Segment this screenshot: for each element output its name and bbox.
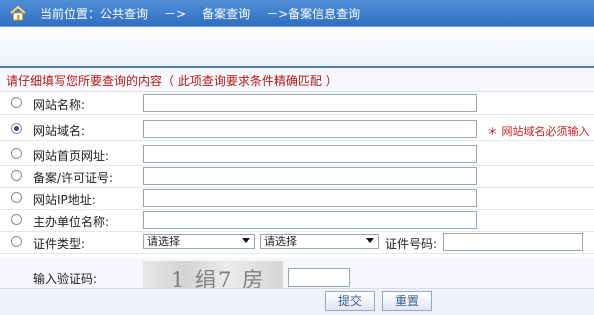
breadcrumb: 当前位置：公共查询 －> 备案查询 －>备案信息查询 (40, 5, 360, 22)
row-site-name: 网站名称: (0, 93, 594, 115)
breadcrumb-separator: －> (266, 7, 289, 21)
label-cert-type: 证件类型: (33, 237, 86, 251)
label-organizer-name: 主办单位名称: (33, 215, 110, 229)
label-site-ip: 网站IP地址: (33, 193, 96, 207)
row-cert-type: 证件类型: 请选择 请选择 证件号码: (0, 232, 594, 254)
radio-license-number[interactable] (11, 170, 22, 181)
label-license-number: 备案/许可证号: (33, 171, 114, 185)
instruction-text: 请仔细填写您所要查询的内容（ 此项查询要求条件精确匹配 ） (6, 74, 338, 88)
row-license-number: 备案/许可证号: (0, 166, 594, 188)
label-site-name: 网站名称: (33, 98, 86, 112)
radio-site-domain[interactable] (11, 123, 22, 134)
chevron-down-icon (242, 238, 250, 243)
query-form: 请仔细填写您所要查询的内容（ 此项查询要求条件精确匹配 ） 网站名称: 网站域名… (0, 66, 594, 315)
captcha-text: 1 绢7 房 (171, 268, 266, 291)
radio-homepage-url[interactable] (11, 148, 22, 159)
radio-cert-type[interactable] (11, 236, 22, 247)
label-captcha: 输入验证码: (33, 272, 98, 286)
site-ip-input[interactable] (143, 189, 477, 207)
chevron-down-icon (366, 238, 374, 243)
cert-number-input[interactable] (443, 233, 583, 251)
home-icon[interactable] (9, 4, 27, 22)
cert-type-select-value: 请选择 (147, 235, 180, 248)
row-site-domain: 网站域名: ＊ 网站域名必须输入 (0, 119, 594, 141)
row-organizer-name: 主办单位名称: (0, 210, 594, 232)
site-name-input[interactable] (143, 94, 477, 112)
breadcrumb-prefix: 当前位置： (40, 7, 101, 21)
label-homepage-url: 网站首页网址: (33, 149, 110, 163)
breadcrumb-record-query[interactable]: 备案查询 (202, 7, 250, 21)
captcha-image[interactable]: 1 绢7 房 (143, 261, 283, 291)
row-site-ip: 网站IP地址: (0, 188, 594, 210)
breadcrumb-record-info-query: 备案信息查询 (288, 7, 361, 21)
spacer-band (0, 27, 594, 67)
breadcrumb-bar: 当前位置：公共查询 －> 备案查询 －>备案信息查询 (0, 0, 594, 27)
radio-organizer-name[interactable] (11, 214, 22, 225)
site-domain-input[interactable] (143, 120, 477, 138)
cert-subtype-select-value: 请选择 (264, 235, 297, 248)
reset-button[interactable]: 重置 (382, 291, 432, 311)
homepage-url-input[interactable] (143, 145, 477, 163)
cert-subtype-select[interactable]: 请选择 (260, 234, 379, 249)
organizer-name-input[interactable] (143, 211, 477, 229)
row-homepage-url: 网站首页网址: (0, 144, 594, 166)
cert-type-select[interactable]: 请选择 (143, 234, 255, 249)
label-cert-number: 证件号码: (385, 237, 438, 251)
button-bar: 提交 重置 (0, 288, 594, 315)
domain-required-hint: ＊ 网站域名必须输入 (487, 125, 590, 138)
breadcrumb-separator: －> (164, 7, 187, 21)
label-site-domain: 网站域名: (33, 124, 86, 138)
captcha-input[interactable] (288, 268, 350, 287)
submit-button[interactable]: 提交 (325, 291, 375, 311)
breadcrumb-public-query[interactable]: 公共查询 (100, 7, 148, 21)
license-number-input[interactable] (143, 167, 477, 185)
radio-site-name[interactable] (11, 97, 22, 108)
radio-site-ip[interactable] (11, 192, 22, 203)
